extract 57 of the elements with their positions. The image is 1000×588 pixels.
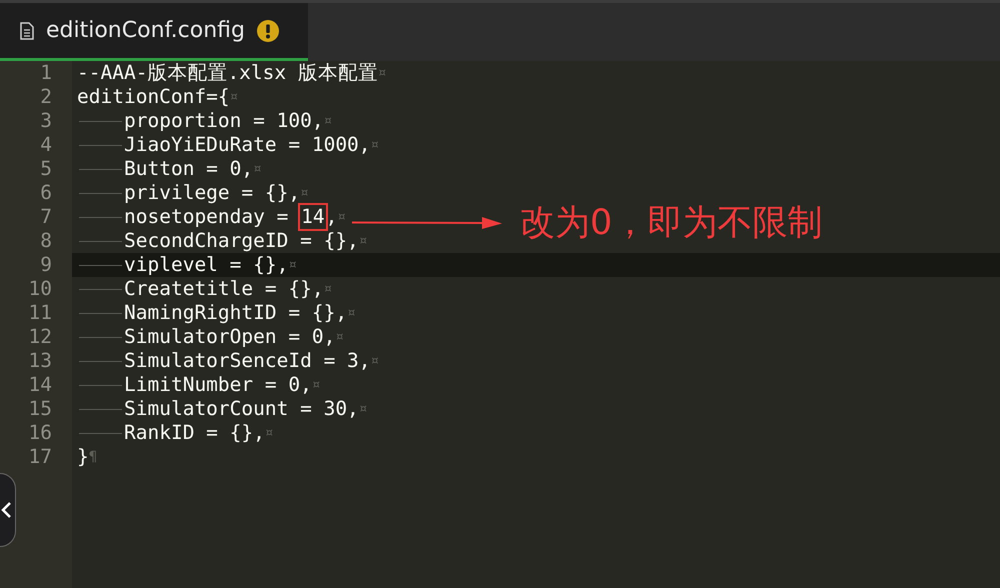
code-text: SimulatorSenceId = 3,: [124, 349, 371, 373]
code-text: --AAA-版本配置.xlsx 版本配置: [77, 61, 378, 85]
line-number: 16: [28, 421, 53, 445]
code-text: }: [77, 445, 89, 469]
line-number: 5: [39, 157, 53, 181]
code-text: RankID = {},: [124, 421, 265, 445]
line-end-mark: ¤: [335, 328, 344, 347]
annotation-text: 改为0，即为不限制: [520, 202, 822, 245]
chevron-left-icon: [0, 501, 12, 519]
code-text: proportion = 100,: [124, 109, 324, 133]
code-text: editionConf={: [77, 85, 230, 109]
line-number: 8: [39, 229, 53, 253]
line-end-mark: ¤: [312, 376, 320, 395]
code-text: NamingRightID = {},: [124, 301, 348, 325]
code-text: Createtitle = {},: [124, 277, 324, 301]
line-number: 4: [39, 133, 53, 157]
highlight-box: 14: [300, 205, 326, 229]
line-end-mark: ¤: [300, 184, 309, 203]
line-end-mark: ¤: [358, 232, 368, 251]
code-text: ,: [326, 205, 338, 229]
line-end-mark: ¤: [370, 352, 379, 371]
code-text: SimulatorCount = 30,: [124, 397, 359, 421]
line-end-mark: ¤: [358, 400, 368, 419]
line-number: 3: [39, 109, 53, 133]
code-text: SecondChargeID = {},: [124, 229, 359, 253]
line-end-mark: ¤: [378, 64, 386, 83]
line-number: 6: [39, 181, 53, 205]
code-text: viplevel = {},: [124, 253, 288, 277]
code-text: LimitNumber = 0,: [124, 373, 312, 397]
line-end-mark: ¤: [253, 160, 262, 179]
code-text: Button = 0,: [124, 157, 254, 181]
line-number: 9: [39, 253, 53, 277]
line-end-mark: ¤: [347, 304, 356, 323]
line-number: 11: [28, 301, 53, 325]
document-icon: [20, 22, 34, 40]
code-text: privilege = {},: [124, 181, 300, 205]
line-number: 2: [39, 85, 53, 109]
line-end-mark: ¤: [230, 88, 238, 107]
line-number: 15: [28, 397, 53, 421]
line-number: 7: [39, 205, 53, 229]
line-number: 12: [28, 325, 53, 349]
line-end-mark: ¤: [288, 256, 297, 275]
line-number: 10: [28, 277, 53, 301]
line-end-mark: ¤: [337, 208, 346, 227]
line-end-mark: ¶: [88, 448, 98, 467]
line-number: 14: [28, 373, 53, 397]
code-text: SimulatorOpen = 0,: [124, 325, 336, 349]
line-end-mark: ¤: [324, 280, 332, 299]
code-text: JiaoYiEDuRate = 1000,: [124, 133, 371, 157]
line-number: 1: [39, 61, 53, 85]
line-end-mark: ¤: [370, 136, 379, 155]
line-end-mark: ¤: [324, 112, 332, 131]
line-end-mark: ¤: [264, 424, 274, 443]
line-number: 17: [28, 445, 53, 469]
code-text: nosetopenday =: [124, 205, 290, 229]
line-number: 13: [28, 349, 53, 373]
file-tab[interactable]: editionConf.config: [0, 3, 308, 61]
